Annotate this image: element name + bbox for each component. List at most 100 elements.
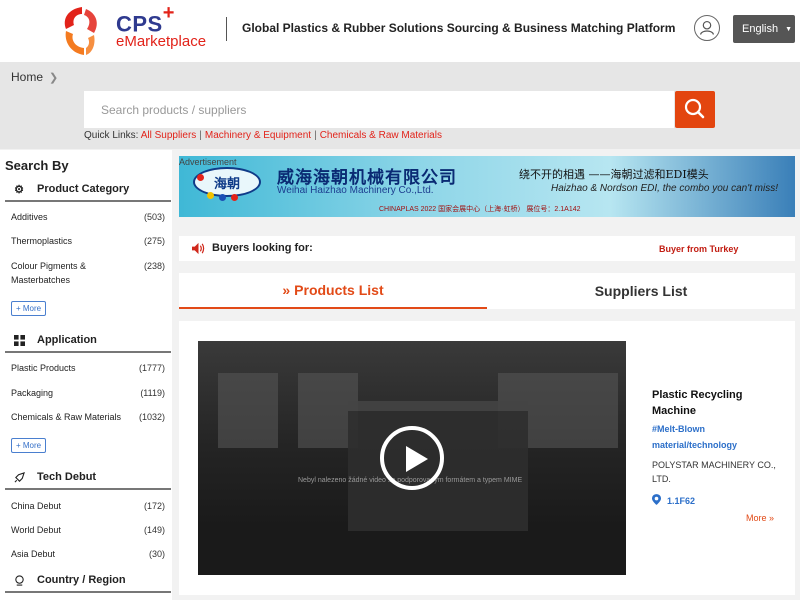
- rocket-icon: [11, 471, 27, 483]
- more-button-product-category[interactable]: + More: [11, 301, 46, 316]
- ad-slogan-cn: 绕不开的相遇 ——海朝过滤和EDI模头: [519, 168, 709, 181]
- ad-dot: [197, 174, 204, 181]
- quick-link-all-suppliers[interactable]: All Suppliers: [141, 130, 197, 141]
- speaker-icon: [191, 242, 206, 258]
- section-title: Application: [37, 334, 97, 346]
- quick-link-chemicals[interactable]: Chemicals & Raw Materials: [320, 130, 442, 141]
- top-header: CPS+ eMarketplace Global Plastics & Rubb…: [0, 0, 800, 62]
- filter-count: (149): [143, 525, 165, 535]
- section-product-category[interactable]: ⚙ Product Category: [5, 178, 171, 202]
- advertisement-banner[interactable]: 海朝 威海海朝机械有限公司 Weihai Haizhao Machinery C…: [179, 156, 795, 217]
- search-by-title: Search By: [5, 158, 69, 173]
- location-pin-icon: [652, 494, 661, 508]
- filter-label: Thermoplastics: [11, 236, 73, 246]
- language-select[interactable]: English ▼: [733, 15, 795, 43]
- filter-item-colour-pigments[interactable]: Colour Pigments & Masterbatches (238): [11, 259, 165, 287]
- filter-count: (238): [143, 261, 165, 271]
- filter-label: World Debut: [11, 525, 61, 535]
- language-label: English: [742, 23, 779, 35]
- quick-link-machinery[interactable]: Machinery & Equipment: [205, 130, 311, 141]
- tab-label: Products List: [294, 282, 384, 298]
- filter-item-asia-debut[interactable]: Asia Debut (30): [11, 547, 165, 561]
- filter-label: Packaging: [11, 388, 54, 398]
- filter-count: (30): [148, 549, 165, 559]
- ad-booth-line: CHINAPLAS 2022 国家会展中心（上海·虹桥） 展位号：2.1A142: [379, 206, 581, 213]
- ad-dot: [207, 192, 214, 199]
- product-more-link[interactable]: More »: [746, 513, 774, 523]
- search-band: Home❯ Quick Links: All Suppliers|Machine…: [0, 62, 800, 149]
- breadcrumb: Home ❯: [11, 70, 58, 84]
- section-title: Product Category: [37, 183, 130, 195]
- search-button[interactable]: [675, 91, 715, 128]
- advertisement-label: Advertisement: [179, 157, 237, 167]
- filter-item-plastic-products[interactable]: Plastic Products (1777): [11, 361, 165, 375]
- search-icon: [684, 98, 705, 119]
- globe-icon: [11, 574, 27, 586]
- double-chevron-icon: »: [282, 282, 291, 298]
- booth-number: 1.1F62: [667, 496, 696, 506]
- filter-count: (1032): [138, 412, 165, 422]
- section-tech-debut[interactable]: Tech Debut: [5, 466, 171, 490]
- section-title: Country / Region: [37, 574, 126, 586]
- logo-plus: +: [162, 2, 175, 24]
- breadcrumb-home[interactable]: Home: [11, 70, 43, 84]
- section-application[interactable]: Application: [5, 329, 171, 353]
- user-account-icon[interactable]: [694, 15, 720, 41]
- filter-item-packaging[interactable]: Packaging (1119): [11, 386, 165, 400]
- filter-label: Colour Pigments & Masterbatches: [11, 261, 87, 285]
- ad-dot: [231, 194, 238, 201]
- search-input[interactable]: [84, 91, 674, 128]
- filter-label: Plastic Products: [11, 363, 76, 373]
- site-tagline: Global Plastics & Rubber Solutions Sourc…: [242, 21, 676, 35]
- video-frame-floor: [198, 531, 626, 575]
- gear-icon: ⚙: [14, 183, 24, 196]
- filter-sidebar: Search By ⚙ Product Category Additives (…: [0, 150, 172, 600]
- filter-label: Chemicals & Raw Materials: [11, 412, 122, 422]
- tab-suppliers-list[interactable]: Suppliers List: [487, 273, 795, 309]
- product-title[interactable]: Plastic Recycling Machine: [652, 387, 782, 419]
- logo-emarketplace[interactable]: eMarketplace: [116, 33, 206, 50]
- tab-label: Suppliers List: [594, 283, 688, 299]
- quick-links-label: Quick Links:: [84, 130, 139, 141]
- buyers-ticker[interactable]: Buyer from Turkey: [659, 244, 738, 254]
- grid-icon: [11, 334, 27, 346]
- filter-count: (172): [143, 501, 165, 511]
- quick-link-separator: |: [199, 130, 202, 141]
- buyers-looking-bar: Buyers looking for: Buyer from Turkey: [179, 236, 795, 261]
- ad-logo: 海朝: [193, 167, 261, 197]
- filter-label: Additives: [11, 212, 48, 222]
- product-video[interactable]: Nebyl nalezeno žádné video se podporovan…: [198, 341, 626, 575]
- filter-count: (1119): [140, 388, 165, 398]
- filter-count: (503): [143, 212, 165, 222]
- ad-dot: [219, 194, 226, 201]
- quick-links: Quick Links: All Suppliers | Machinery & E…: [84, 130, 442, 141]
- product-booth: 1.1F62: [652, 494, 695, 508]
- quick-link-separator: |: [314, 130, 317, 141]
- ad-company-en: Weihai Haizhao Machinery Co.,Ltd.: [277, 185, 434, 196]
- product-company[interactable]: POLYSTAR MACHINERY CO., LTD.: [652, 458, 782, 486]
- play-button[interactable]: [380, 426, 444, 490]
- video-frame-window: [558, 373, 618, 448]
- buyers-label: Buyers looking for:: [212, 242, 313, 254]
- search-box: [84, 91, 674, 128]
- more-button-application[interactable]: + More: [11, 438, 46, 453]
- product-tag[interactable]: #Melt-Blown material/technology: [652, 421, 782, 453]
- chevron-right-icon: ❯: [49, 72, 59, 84]
- filter-item-additives[interactable]: Additives (503): [11, 210, 165, 224]
- caret-down-icon: ▼: [785, 25, 793, 33]
- filter-item-world-debut[interactable]: World Debut (149): [11, 523, 165, 537]
- filter-count: (1777): [138, 363, 165, 373]
- ad-slogan-en: Haizhao & Nordson EDI, the combo you can…: [551, 183, 779, 194]
- filter-item-chemicals[interactable]: Chemicals & Raw Materials (1032): [11, 410, 165, 424]
- filter-label: China Debut: [11, 501, 62, 511]
- filter-item-china-debut[interactable]: China Debut (172): [11, 499, 165, 513]
- filter-item-thermoplastics[interactable]: Thermoplastics (275): [11, 234, 165, 248]
- video-frame-window: [218, 373, 278, 448]
- filter-count: (275): [143, 236, 165, 246]
- list-tabs: » Products List Suppliers List: [179, 273, 795, 309]
- logo-divider: [226, 17, 227, 41]
- section-country-region[interactable]: Country / Region: [5, 569, 171, 593]
- tab-products-list[interactable]: » Products List: [179, 273, 487, 309]
- logo-icon[interactable]: [60, 5, 100, 57]
- section-title: Tech Debut: [37, 471, 97, 483]
